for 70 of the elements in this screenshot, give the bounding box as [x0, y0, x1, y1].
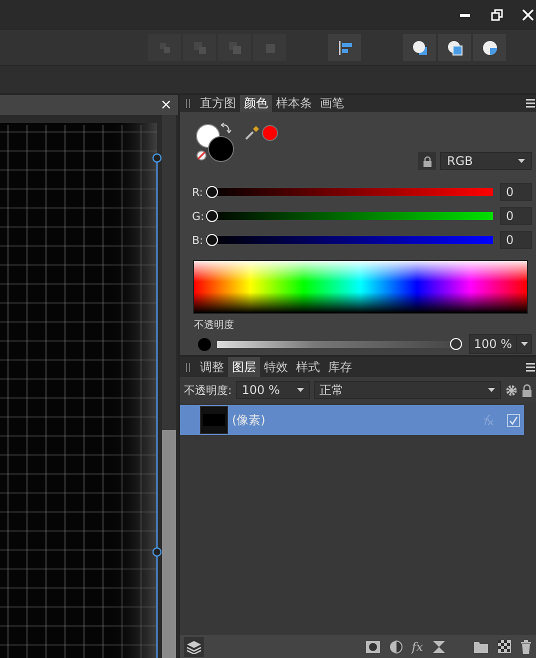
filter-icon[interactable]	[432, 640, 446, 654]
effects-button[interactable]: fx	[412, 640, 423, 654]
adjustment-icon[interactable]	[388, 640, 403, 654]
close-icon[interactable]	[522, 9, 534, 21]
lock-icon[interactable]	[522, 384, 532, 396]
layer-name: (像素)	[232, 412, 266, 428]
layer-thumbnail	[200, 406, 228, 434]
circle-square-icon	[446, 38, 464, 56]
panel-tab[interactable]: 库存	[324, 357, 356, 377]
caret-icon	[296, 388, 304, 392]
toolbar-button[interactable]	[473, 34, 506, 61]
channel-label: G:	[192, 210, 202, 222]
layers-icon[interactable]	[186, 640, 202, 654]
panel-tab[interactable]: 样本条	[272, 95, 316, 112]
mask-icon[interactable]	[366, 640, 380, 654]
opacity-slider[interactable]	[217, 338, 463, 350]
color-model-dropdown[interactable]: RGB	[440, 152, 532, 170]
channel-slider[interactable]	[206, 210, 493, 222]
no-color-icon[interactable]	[196, 150, 207, 161]
channel-slider[interactable]	[206, 186, 493, 198]
panel-tab[interactable]: 画笔	[316, 95, 348, 112]
opacity-label: 不透明度:	[184, 382, 232, 398]
eyedropper-icon[interactable]	[244, 125, 260, 141]
caret-icon	[518, 159, 525, 163]
current-color-swatch	[198, 338, 211, 350]
lock-button[interactable]	[418, 152, 436, 170]
grip-icon[interactable]	[186, 99, 190, 108]
color-spectrum[interactable]	[193, 260, 528, 314]
opacity-dropdown[interactable]: 100 %	[236, 381, 310, 399]
channel-value-field[interactable]: 0	[500, 231, 532, 249]
selection-handle[interactable]	[152, 153, 162, 163]
scrollbar-thumb[interactable]	[162, 430, 176, 658]
channel-label: R:	[192, 186, 202, 198]
trash-icon[interactable]	[520, 640, 532, 654]
slider-thumb[interactable]	[206, 210, 218, 222]
menu-icon[interactable]	[526, 362, 535, 372]
check-icon	[509, 416, 518, 424]
panel-tab[interactable]: 调整	[196, 357, 228, 377]
toolbar-button[interactable]	[328, 34, 361, 61]
panel-tab[interactable]: 图层	[228, 357, 260, 377]
opacity-label: 不透明度	[194, 318, 235, 332]
toolbar-button[interactable]	[438, 34, 471, 61]
folder-icon[interactable]	[474, 640, 489, 654]
slider-thumb[interactable]	[206, 234, 218, 246]
caret-icon	[488, 388, 495, 392]
panel-tab[interactable]: 样式	[292, 357, 324, 377]
restore-icon[interactable]	[490, 8, 504, 22]
visibility-checkbox[interactable]	[507, 414, 520, 426]
lock-icon	[422, 156, 432, 166]
panel-tab[interactable]: 直方图	[196, 95, 240, 112]
menu-icon[interactable]	[526, 99, 535, 108]
channel-value-field[interactable]: 0	[500, 183, 532, 201]
channel-label: B:	[192, 234, 202, 246]
checkerboard-icon[interactable]	[498, 640, 511, 654]
channel-value-field[interactable]: 0	[500, 207, 532, 225]
grip-icon[interactable]	[186, 362, 190, 372]
selection-handle[interactable]	[152, 547, 162, 557]
close-tab-button[interactable]: ×	[160, 97, 172, 113]
circle-square-icon	[410, 38, 428, 56]
panel-tab[interactable]: 颜色	[240, 95, 272, 112]
toolbar-button[interactable]	[403, 34, 436, 61]
slider-thumb[interactable]	[206, 186, 218, 198]
blend-mode-dropdown[interactable]: 正常	[314, 381, 501, 399]
panel-tab[interactable]: 特效	[260, 357, 292, 377]
picked-color-swatch[interactable]	[262, 125, 278, 141]
stroke-color-well[interactable]	[208, 136, 234, 162]
swap-icon[interactable]	[220, 122, 232, 134]
settings-icon[interactable]	[505, 384, 518, 396]
slider-thumb[interactable]	[450, 338, 462, 350]
channel-slider[interactable]	[206, 234, 493, 246]
